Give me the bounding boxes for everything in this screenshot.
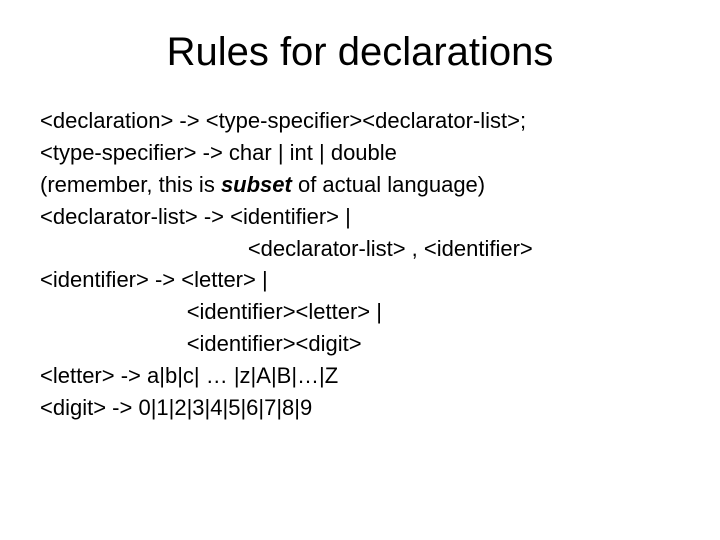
- slide-body: <declaration> -> <type-specifier><declar…: [40, 105, 680, 424]
- grammar-rule-identifier-2: <identifier><letter> |: [40, 296, 680, 328]
- slide: Rules for declarations <declaration> -> …: [0, 0, 720, 540]
- grammar-rule-declarator-list-1: <declarator-list> -> <identifier> |: [40, 201, 680, 233]
- grammar-rule-digit: <digit> -> 0|1|2|3|4|5|6|7|8|9: [40, 392, 680, 424]
- grammar-rule-declarator-list-2: <declarator-list> , <identifier>: [40, 233, 680, 265]
- grammar-rule-identifier-3: <identifier><digit>: [40, 328, 680, 360]
- note-emphasis: subset: [221, 172, 292, 197]
- note-prefix: (remember, this is: [40, 172, 221, 197]
- grammar-note: (remember, this is subset of actual lang…: [40, 169, 680, 201]
- note-suffix: of actual language): [292, 172, 485, 197]
- grammar-rule-identifier-1: <identifier> -> <letter> |: [40, 264, 680, 296]
- grammar-rule-declaration: <declaration> -> <type-specifier><declar…: [40, 105, 680, 137]
- grammar-rule-type-specifier: <type-specifier> -> char | int | double: [40, 137, 680, 169]
- slide-title: Rules for declarations: [40, 30, 680, 75]
- grammar-rule-letter: <letter> -> a|b|c| … |z|A|B|…|Z: [40, 360, 680, 392]
